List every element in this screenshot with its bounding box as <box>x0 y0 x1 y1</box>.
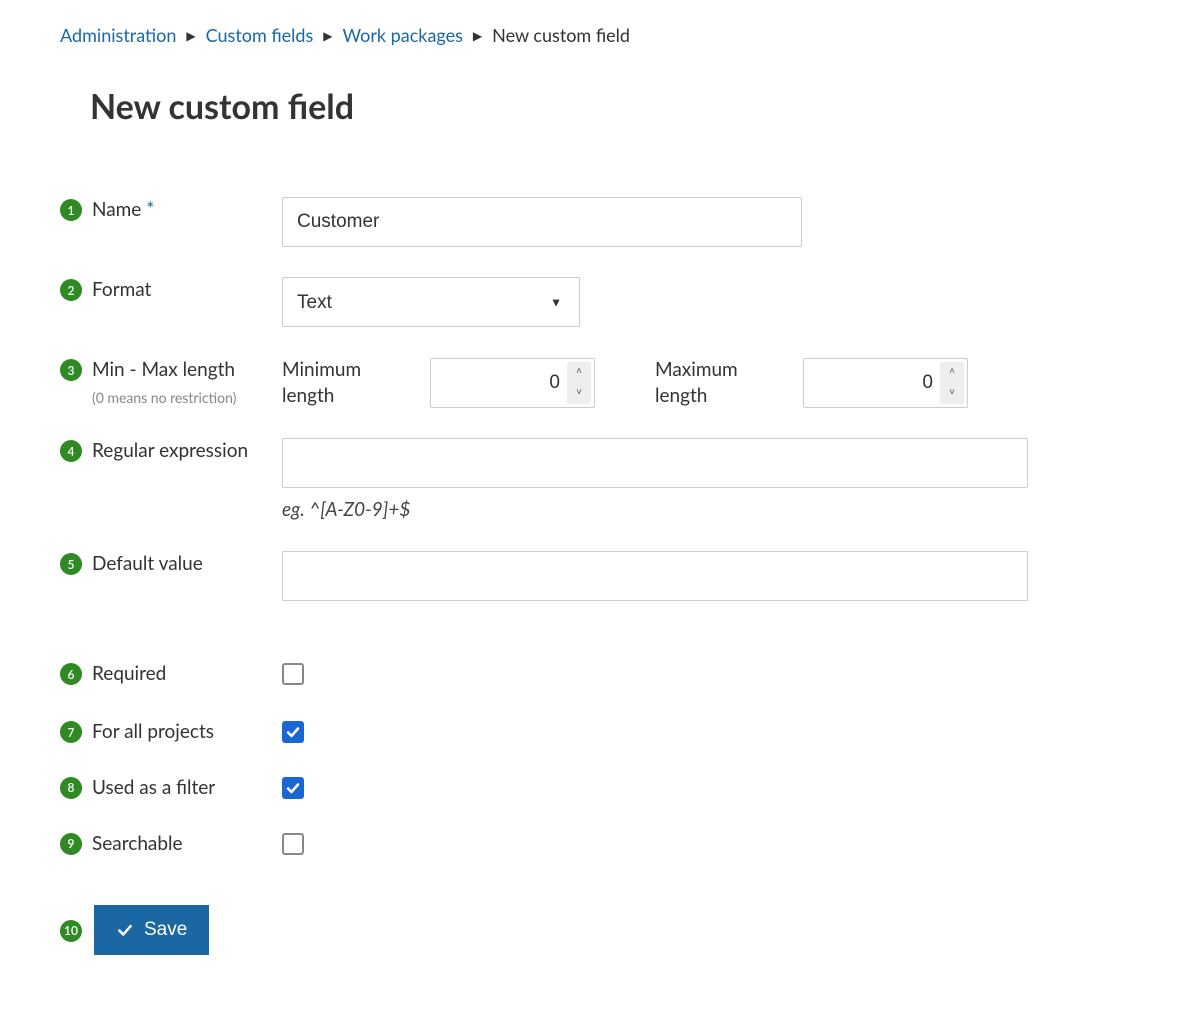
searchable-label: Searchable <box>92 831 183 857</box>
max-length-stepper[interactable]: ˄ ˅ <box>940 362 964 404</box>
step-badge: 2 <box>60 279 82 301</box>
length-label: Min - Max length <box>92 358 235 381</box>
length-hint: (0 means no restriction) <box>92 389 236 408</box>
step-badge: 6 <box>60 663 82 685</box>
used-as-filter-checkbox[interactable] <box>282 777 304 799</box>
format-label: Format <box>92 277 151 303</box>
step-badge: 4 <box>60 440 82 462</box>
breadcrumb: Administration ▶ Custom fields ▶ Work pa… <box>60 24 1107 46</box>
step-badge: 7 <box>60 721 82 743</box>
regex-hint: eg. ^[A-Z0-9]+$ <box>282 498 1107 521</box>
chevron-right-icon: ▶ <box>323 28 332 43</box>
breadcrumb-link-administration[interactable]: Administration <box>60 24 176 46</box>
name-input[interactable] <box>282 197 802 247</box>
step-badge: 8 <box>60 777 82 799</box>
regex-label: Regular expression <box>92 438 248 464</box>
name-label: Name * <box>92 197 154 223</box>
required-checkbox[interactable] <box>282 663 304 685</box>
used-as-filter-label: Used as a filter <box>92 775 215 801</box>
step-badge: 10 <box>60 920 82 942</box>
stepper-down-icon[interactable]: ˅ <box>567 383 591 404</box>
chevron-right-icon: ▶ <box>186 28 195 43</box>
max-length-label: Maximum length <box>655 357 785 408</box>
stepper-up-icon[interactable]: ˄ <box>940 362 964 383</box>
breadcrumb-link-work-packages[interactable]: Work packages <box>343 24 463 46</box>
default-value-label: Default value <box>92 551 203 577</box>
min-length-label: Minimum length <box>282 357 412 408</box>
regex-input[interactable] <box>282 438 1028 488</box>
step-badge: 9 <box>60 833 82 855</box>
step-badge: 3 <box>60 359 82 381</box>
stepper-down-icon[interactable]: ˅ <box>940 383 964 404</box>
stepper-up-icon[interactable]: ˄ <box>567 362 591 383</box>
default-value-input[interactable] <box>282 551 1028 601</box>
searchable-checkbox[interactable] <box>282 833 304 855</box>
step-badge: 1 <box>60 199 82 221</box>
check-icon <box>116 921 134 939</box>
format-select[interactable]: Text <box>282 277 580 327</box>
step-badge: 5 <box>60 553 82 575</box>
breadcrumb-link-custom-fields[interactable]: Custom fields <box>206 24 314 46</box>
page-title: New custom field <box>60 86 1107 127</box>
required-label: Required <box>92 661 166 687</box>
min-length-stepper[interactable]: ˄ ˅ <box>567 362 591 404</box>
save-button[interactable]: Save <box>94 905 209 955</box>
for-all-projects-checkbox[interactable] <box>282 721 304 743</box>
breadcrumb-current: New custom field <box>492 24 630 46</box>
for-all-projects-label: For all projects <box>92 719 214 745</box>
chevron-right-icon: ▶ <box>473 28 482 43</box>
